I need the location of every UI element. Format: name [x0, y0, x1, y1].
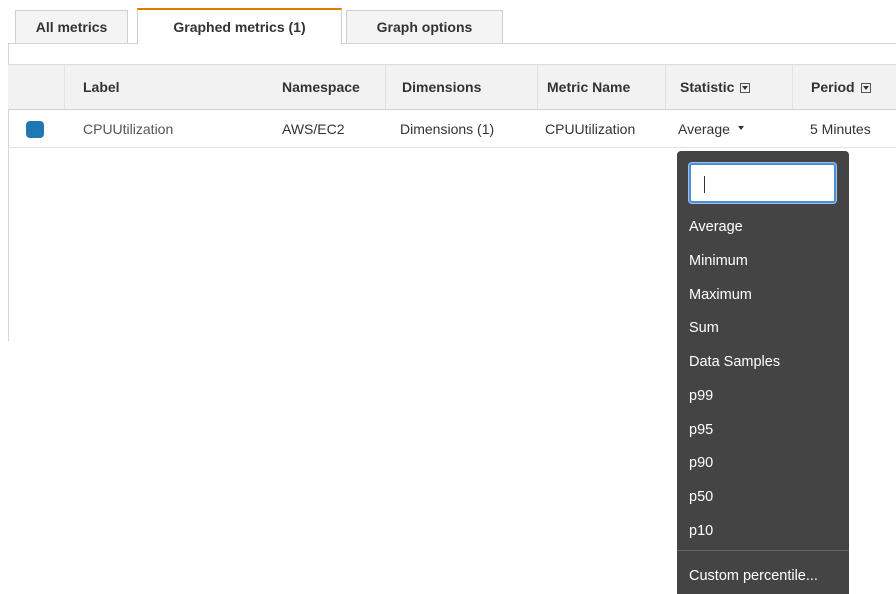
text-cursor	[704, 176, 705, 193]
metric-dimensions-link[interactable]: Dimensions (1)	[400, 110, 494, 148]
tab-graphed-metrics[interactable]: Graphed metrics (1)	[137, 8, 342, 44]
statistic-menu-icon[interactable]	[740, 83, 751, 93]
column-header-label[interactable]: Label	[83, 65, 273, 109]
dropdown-option-p95[interactable]: p95	[689, 422, 713, 438]
dropdown-option-p10[interactable]: p10	[689, 523, 713, 539]
column-header-dimensions[interactable]: Dimensions	[402, 65, 538, 109]
statistic-selected-value: Average	[678, 121, 730, 137]
period-header-label: Period	[811, 79, 855, 95]
dropdown-option-p99[interactable]: p99	[689, 388, 713, 404]
period-menu-icon[interactable]	[860, 83, 871, 93]
statistic-search-input[interactable]	[689, 163, 836, 203]
table-row: CPUUtilization AWS/EC2 Dimensions (1) CP…	[8, 110, 896, 148]
statistic-dropdown-menu: Average Minimum Maximum Sum Data Samples…	[677, 151, 849, 594]
column-header-period[interactable]: Period	[811, 65, 896, 109]
statistic-header-label: Statistic	[680, 79, 735, 95]
statistic-select[interactable]: Average	[678, 110, 744, 148]
dropdown-option-custom-percentile[interactable]: Custom percentile...	[689, 568, 818, 584]
metric-label[interactable]: CPUUtilization	[83, 110, 173, 148]
dropdown-option-average[interactable]: Average	[689, 219, 743, 235]
column-header-statistic[interactable]: Statistic	[680, 65, 793, 109]
dropdown-option-p50[interactable]: p50	[689, 489, 713, 505]
column-header-namespace[interactable]: Namespace	[282, 65, 386, 109]
metric-namespace: AWS/EC2	[282, 121, 345, 137]
period-select[interactable]: 5 Minutes	[810, 110, 871, 148]
tab-bar: All metrics Graphed metrics (1) Graph op…	[0, 0, 896, 44]
metric-color-swatch[interactable]	[26, 121, 44, 138]
metric-name: CPUUtilization	[545, 121, 636, 137]
metrics-table-header: Label Namespace Dimensions Metric Name S…	[8, 64, 896, 110]
tab-graph-options[interactable]: Graph options	[346, 10, 503, 43]
column-header-metric-name[interactable]: Metric Name	[547, 65, 666, 109]
dropdown-option-sum[interactable]: Sum	[689, 320, 719, 336]
dropdown-option-minimum[interactable]: Minimum	[689, 253, 748, 269]
tab-all-metrics[interactable]: All metrics	[15, 10, 128, 43]
color-column-header	[8, 65, 65, 109]
dropdown-option-p90[interactable]: p90	[689, 455, 713, 471]
chevron-down-icon	[737, 126, 744, 130]
dropdown-option-data-samples[interactable]: Data Samples	[689, 354, 780, 370]
dropdown-option-maximum[interactable]: Maximum	[689, 287, 752, 303]
dropdown-divider	[677, 550, 849, 551]
